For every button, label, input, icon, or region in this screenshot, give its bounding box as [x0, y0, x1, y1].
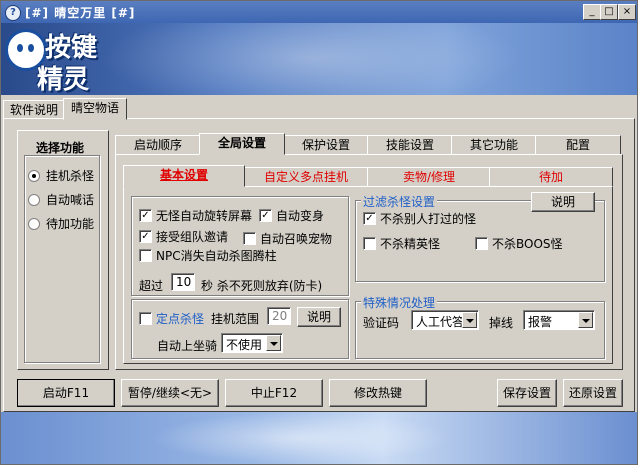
- window-title: [#] 晴空万里 [#]: [25, 6, 136, 20]
- radio-pending[interactable]: 待加功能: [28, 215, 94, 232]
- function-panel: 选择功能 挂机杀怪 自动喊话 待加功能: [17, 130, 109, 370]
- filter-explain-button[interactable]: 说明: [531, 192, 595, 212]
- chevron-down-icon[interactable]: [266, 335, 281, 351]
- radio-dot-icon: [28, 169, 40, 182]
- tab-software-info[interactable]: 软件说明: [3, 100, 65, 120]
- app-icon: ?: [5, 5, 21, 21]
- drop-label: 掉线: [489, 316, 514, 330]
- radio-dot-icon: [28, 193, 40, 206]
- captcha-label: 验证码: [363, 316, 400, 330]
- filter-group-title: 过滤杀怪设置: [361, 193, 438, 210]
- check-icon: ✓: [139, 209, 152, 222]
- subtab-basic[interactable]: 基本设置: [123, 165, 245, 187]
- timeout-prefix: 超过: [139, 279, 164, 293]
- banner: 按键 精灵: [1, 23, 637, 95]
- logo-line2: 精灵: [37, 65, 90, 95]
- checkbox-summon-pet[interactable]: 自动召唤宠物: [243, 230, 332, 247]
- hotkey-button[interactable]: 修改热键: [329, 379, 427, 407]
- maximize-button[interactable]: □: [600, 4, 618, 20]
- subtab-custom-multipoint[interactable]: 自定义多点挂机: [243, 167, 369, 187]
- title-bar: ? [#] 晴空万里 [#] _ □ ×: [1, 1, 637, 23]
- checkbox-auto-transform[interactable]: ✓ 自动变身: [259, 207, 324, 224]
- mount-select[interactable]: 不使用: [221, 333, 283, 353]
- check-icon: ✓: [363, 212, 376, 225]
- save-button[interactable]: 保存设置: [497, 379, 557, 407]
- tab-protect-settings[interactable]: 保护设置: [283, 135, 369, 155]
- pause-button[interactable]: 暂停/继续<无>: [121, 379, 219, 407]
- radio-auto-shout[interactable]: 自动喊话: [28, 191, 94, 208]
- mount-label: 自动上坐骑: [157, 339, 218, 353]
- radio-auto-fight[interactable]: 挂机杀怪: [28, 167, 94, 184]
- timeout-input[interactable]: 10: [171, 273, 195, 291]
- minimize-button[interactable]: _: [583, 4, 601, 20]
- special-group-title: 特殊情况处理: [361, 294, 438, 311]
- app-window: ? [#] 晴空万里 [#] _ □ × 按键 精灵 软件说明 晴空物语 选择功…: [0, 0, 638, 465]
- checkbox-skip-boss[interactable]: 不杀BOOS怪: [475, 235, 563, 252]
- tab-other-functions[interactable]: 其它功能: [451, 135, 537, 155]
- subtab-sell-repair[interactable]: 卖物/修理: [367, 167, 491, 187]
- checkbox-accept-team[interactable]: ✓ 接受组队邀请: [139, 228, 228, 245]
- check-icon: ✓: [139, 230, 152, 243]
- subtab-pending[interactable]: 待加: [489, 167, 613, 187]
- captcha-select[interactable]: 人工代答: [411, 310, 479, 330]
- range-explain-button[interactable]: 说明: [297, 307, 341, 327]
- restore-button[interactable]: 还原设置: [563, 379, 623, 407]
- checkbox-npc-totem[interactable]: NPC消失自动杀图腾柱: [139, 247, 277, 264]
- checkbox-skip-others-mob[interactable]: ✓ 不杀别人打过的怪: [363, 210, 476, 227]
- checkbox-skip-elite[interactable]: 不杀精英怪: [363, 235, 440, 252]
- timeout-suffix: 秒 杀不死则放弃(防卡): [201, 279, 323, 293]
- start-button[interactable]: 启动F11: [17, 379, 115, 407]
- tab-config[interactable]: 配置: [535, 135, 621, 155]
- bottom-banner: [1, 412, 637, 464]
- chevron-down-icon[interactable]: [462, 312, 477, 328]
- range-input[interactable]: 20: [267, 307, 291, 325]
- stop-button[interactable]: 中止F12: [225, 379, 323, 407]
- chevron-down-icon[interactable]: [578, 312, 593, 328]
- checkbox-fixed-point[interactable]: 定点杀怪: [139, 310, 204, 327]
- drop-select[interactable]: 报警: [523, 310, 595, 330]
- check-icon: ✓: [259, 209, 272, 222]
- radio-dot-icon: [28, 217, 40, 230]
- tab-start-order[interactable]: 启动顺序: [115, 135, 201, 155]
- checkbox-auto-rotate[interactable]: ✓ 无怪自动旋转屏幕: [139, 207, 252, 224]
- tab-qingkong[interactable]: 晴空物语: [63, 98, 127, 120]
- tab-global-settings[interactable]: 全局设置: [199, 133, 285, 155]
- function-panel-title: 选择功能: [36, 141, 85, 155]
- close-button[interactable]: ×: [618, 4, 636, 20]
- tab-skill-settings[interactable]: 技能设置: [367, 135, 453, 155]
- range-label: 挂机范围: [211, 312, 260, 326]
